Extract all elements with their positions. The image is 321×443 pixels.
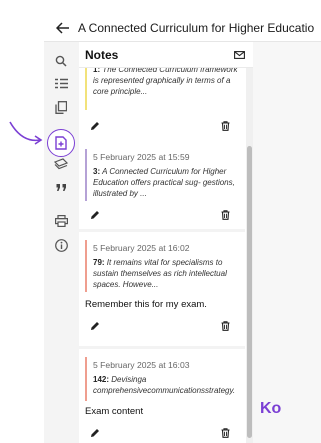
delete-note-icon[interactable] <box>219 427 231 439</box>
note-date: 5 February 2025 at 16:03 <box>93 360 190 370</box>
note-text: Remember this for my exam. <box>85 299 207 310</box>
add-note-icon[interactable] <box>52 134 70 152</box>
delete-note-icon[interactable] <box>219 120 231 132</box>
annotation-arrow-left <box>9 121 43 145</box>
note-excerpt: 79: It remains vital for specialisms to … <box>93 258 227 289</box>
edit-note-icon[interactable] <box>89 120 101 132</box>
edit-note-icon[interactable] <box>89 209 101 221</box>
note-card[interactable]: 5 February 2025 at 16:03 142: Devisinga … <box>79 349 245 443</box>
screen: A Connected Curriculum for Higher Educat… <box>0 0 321 443</box>
note-color-bar <box>85 149 87 201</box>
info-icon[interactable] <box>52 236 70 254</box>
highlights-icon[interactable] <box>52 155 70 173</box>
delete-note-icon[interactable] <box>219 209 231 221</box>
search-icon[interactable] <box>52 52 70 70</box>
brand-logo: Ko <box>260 400 282 417</box>
edit-note-icon[interactable] <box>89 320 101 332</box>
notes-header: Notes <box>79 42 253 68</box>
toc-icon[interactable] <box>52 74 70 92</box>
edit-note-icon[interactable] <box>89 427 101 439</box>
delete-note-icon[interactable] <box>219 320 231 332</box>
notes-scrollbar[interactable] <box>246 68 253 443</box>
book-title: A Connected Curriculum for Higher Educat… <box>78 20 315 35</box>
back-arrow-icon[interactable] <box>52 17 74 39</box>
note-color-bar <box>85 357 87 401</box>
reader-content <box>253 42 321 443</box>
email-icon[interactable] <box>234 50 245 59</box>
note-date: 5 February 2025 at 15:59 <box>93 152 190 162</box>
note-text: Exam content <box>85 406 144 417</box>
note-color-bar <box>85 240 87 292</box>
note-card[interactable]: 5 February 2025 at 16:02 79: It remains … <box>79 232 245 346</box>
note-excerpt: 142: Devisinga comprehensivecommunicatio… <box>93 375 236 395</box>
notes-title: Notes <box>85 47 119 62</box>
copy-icon[interactable] <box>52 98 70 116</box>
title-bar: A Connected Curriculum for Higher Educat… <box>44 14 321 42</box>
note-date: 5 February 2025 at 16:02 <box>93 243 190 253</box>
quote-icon[interactable] <box>52 178 70 196</box>
note-excerpt: 1: The Connected Curriculum framework is… <box>93 68 238 96</box>
note-color-bar <box>85 68 87 110</box>
scroll-thumb[interactable] <box>247 146 252 438</box>
note-card[interactable]: 5 February 2025 at 15:59 3: A Connected … <box>79 139 245 229</box>
print-icon[interactable] <box>52 212 70 230</box>
notes-panel: Notes 1: The Connected Curriculum framew… <box>79 42 253 443</box>
note-excerpt: 3: A Connected Curriculum for Higher Edu… <box>93 167 235 198</box>
notes-list[interactable]: 1: The Connected Curriculum framework is… <box>79 68 245 443</box>
